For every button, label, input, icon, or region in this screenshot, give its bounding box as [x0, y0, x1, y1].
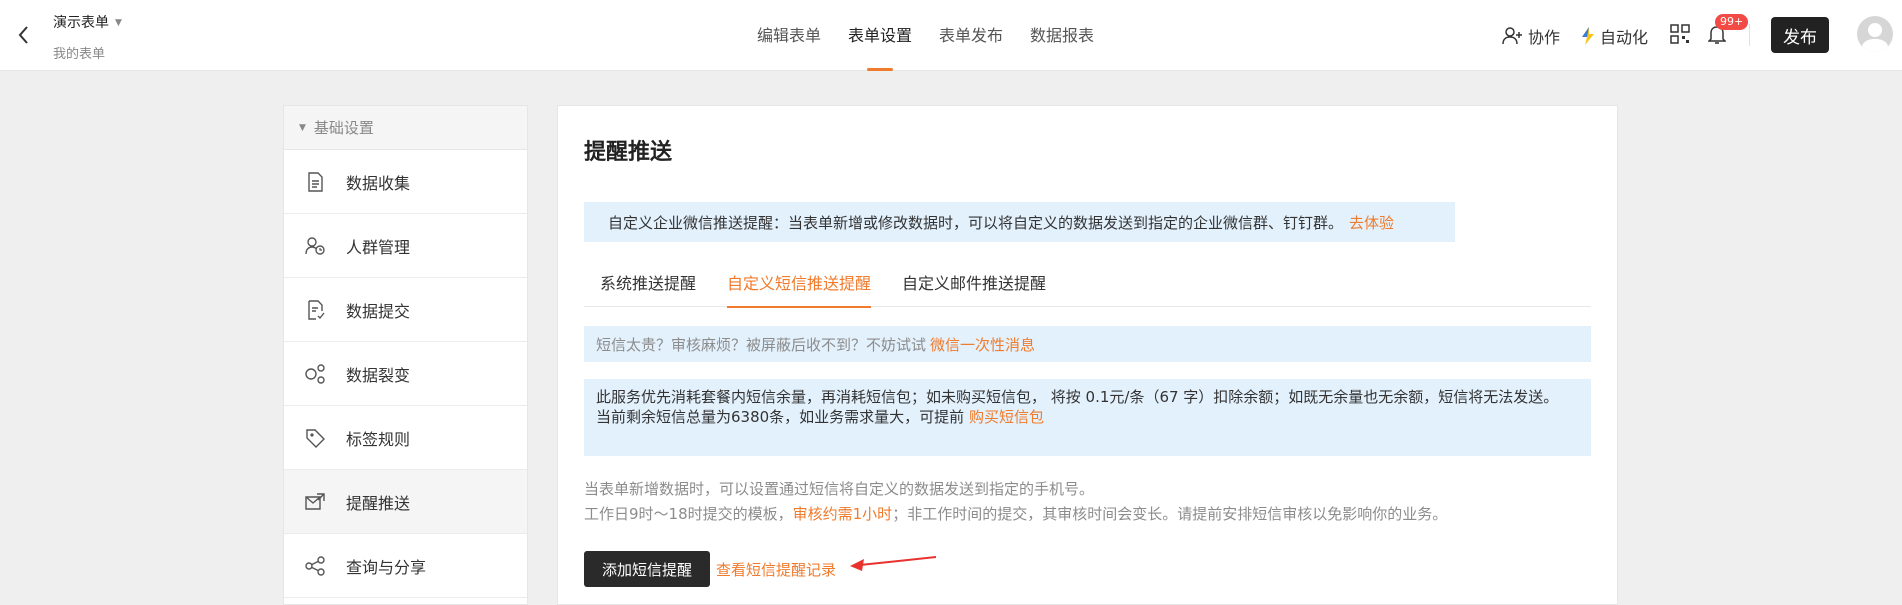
notification-badge: 99+: [1715, 14, 1749, 30]
avatar[interactable]: [1857, 16, 1893, 52]
sidebar-item-label: 查询与分享: [346, 557, 427, 577]
sms-billing-note: 此服务优先消耗套餐内短信余量，再消耗短信包；如未购买短信包， 将按 0.1元/条…: [584, 379, 1591, 456]
document-icon: [304, 171, 326, 193]
share-icon: [304, 555, 326, 577]
add-sms-reminder-button[interactable]: 添加短信提醒: [584, 551, 710, 587]
sidebar-section-label: 基础设置: [313, 119, 374, 137]
tab-custom-email-push[interactable]: 自定义邮件推送提醒: [902, 270, 1046, 307]
remaining-sms-line: 当前剩余短信总量为6380条，如业务需求量大，可提前 购买短信包: [596, 407, 1579, 427]
view-sms-records-link[interactable]: 查看短信提醒记录: [716, 559, 836, 580]
sidebar-item-label: 提醒推送: [346, 493, 411, 513]
review-time-text: 工作日9时～18时提交的模板，: [584, 505, 793, 523]
tab-edit-form[interactable]: 编辑表单: [757, 0, 821, 71]
pointer-arrow-annotation: [850, 556, 937, 571]
back-arrow-icon[interactable]: [12, 22, 36, 48]
automation-label: 自动化: [1600, 28, 1649, 47]
tip-text: 短信太贵？审核麻烦？被屏蔽后收不到？不妨试试: [596, 335, 927, 354]
submit-icon: [304, 299, 326, 321]
push-type-tabs: 系统推送提醒 自定义短信推送提醒 自定义邮件推送提醒: [584, 270, 1591, 308]
form-title-dropdown[interactable]: 演示表单 ▼: [53, 12, 122, 32]
sidebar-item-label: 人群管理: [346, 237, 411, 257]
buy-sms-pack-link[interactable]: 购买短信包: [969, 408, 1044, 426]
sidebar-item-fission[interactable]: 数据裂变: [284, 342, 527, 406]
sidebar-item-reminder-push[interactable]: 提醒推送: [284, 470, 527, 534]
qr-code-icon[interactable]: [1670, 24, 1690, 44]
sidebar-item-data-collect[interactable]: 数据收集: [284, 150, 527, 214]
wechat-message-link[interactable]: 微信一次性消息: [930, 334, 1035, 355]
caret-down-icon: ▼: [115, 18, 122, 28]
sidebar-item-query-share[interactable]: 查询与分享: [284, 534, 527, 598]
caret-down-icon: ▼: [299, 122, 306, 133]
sidebar-item-tag-rules[interactable]: 标签规则: [284, 406, 527, 470]
billing-note-text: 此服务优先消耗套餐内短信余量，再消耗短信包；如未购买短信包， 将按 0.1元/条…: [596, 388, 1559, 406]
push-icon: [304, 491, 326, 513]
review-time-text: ；非工作时间的提交，其审核时间会变长。请提前安排短信审核以免影响你的业务。: [892, 505, 1448, 523]
sidebar-item-label: 数据收集: [346, 173, 411, 193]
review-duration-highlight: 审核约需1小时: [792, 505, 893, 523]
divider: [1749, 24, 1750, 46]
add-user-icon: [1502, 26, 1524, 46]
publish-button[interactable]: 发布: [1771, 17, 1829, 53]
sms-description: 当表单新增数据时，可以设置通过短信将自定义的数据发送到指定的手机号。 工作日9时…: [584, 477, 1447, 527]
settings-sidebar: ▼ 基础设置 数据收集 人群管理 数据提交 数据裂变 标签规则 提醒推送 查询与…: [283, 105, 528, 605]
page-title: 提醒推送: [584, 140, 673, 165]
description-line: 当表单新增数据时，可以设置通过短信将自定义的数据发送到指定的手机号。: [584, 480, 1095, 498]
tab-system-push[interactable]: 系统推送提醒: [600, 270, 696, 307]
lightning-icon: [1580, 26, 1596, 46]
tab-data-report[interactable]: 数据报表: [1030, 0, 1094, 71]
reminder-push-panel: 提醒推送 自定义企业微信推送提醒：当表单新增或修改数据时，可以将自定义的数据发送…: [557, 105, 1618, 605]
main-tabs: 编辑表单 表单设置 表单发布 数据报表: [757, 0, 1094, 71]
sidebar-item-label: 数据裂变: [346, 365, 411, 385]
sidebar-item-crowd[interactable]: 人群管理: [284, 214, 527, 278]
tag-icon: [304, 427, 326, 449]
form-title: 演示表单: [53, 15, 109, 31]
tab-form-publish[interactable]: 表单发布: [939, 0, 1003, 71]
form-subtitle[interactable]: 我的表单: [53, 43, 105, 62]
tab-custom-sms-push[interactable]: 自定义短信推送提醒: [727, 270, 872, 308]
sidebar-item-data-submit[interactable]: 数据提交: [284, 278, 527, 342]
automation-button[interactable]: 自动化: [1580, 24, 1648, 48]
wechat-tip-box: 短信太贵？审核麻烦？被屏蔽后收不到？不妨试试 微信一次性消息: [584, 326, 1591, 362]
sidebar-section-header[interactable]: ▼ 基础设置: [284, 106, 527, 150]
banner-text: 自定义企业微信推送提醒：当表单新增或修改数据时，可以将自定义的数据发送到指定的企…: [608, 213, 1344, 232]
collaborate-label: 协作: [1528, 28, 1561, 47]
collaborate-button[interactable]: 协作: [1502, 24, 1560, 48]
sidebar-item-label: 标签规则: [346, 429, 411, 449]
remaining-sms-text: 当前剩余短信总量为6380条，如业务需求量大，可提前: [596, 408, 965, 426]
user-group-icon: [304, 235, 326, 257]
top-bar: 演示表单 ▼ 我的表单 编辑表单 表单设置 表单发布 数据报表 协作 自动化 99…: [0, 0, 1902, 71]
sidebar-item-label: 数据提交: [346, 301, 411, 321]
tab-form-settings[interactable]: 表单设置: [848, 0, 912, 71]
fission-icon: [304, 363, 326, 385]
review-time-line: 工作日9时～18时提交的模板，审核约需1小时；非工作时间的提交，其审核时间会变长…: [584, 502, 1447, 527]
wecom-push-banner: 自定义企业微信推送提醒：当表单新增或修改数据时，可以将自定义的数据发送到指定的企…: [584, 202, 1455, 242]
try-it-link[interactable]: 去体验: [1349, 212, 1394, 233]
